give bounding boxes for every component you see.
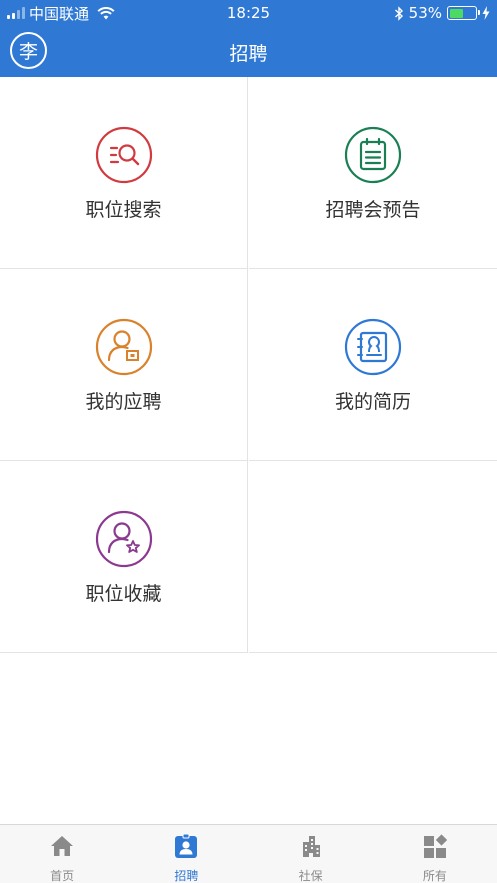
tab-recruit[interactable]: 招聘 (124, 825, 248, 883)
empty-tile (249, 461, 497, 653)
my-applications-tile[interactable]: 我的应聘 (0, 269, 248, 461)
tab-home-label: 首页 (50, 869, 75, 883)
favorite-jobs-label: 职位收藏 (85, 583, 162, 605)
status-right: 53% (394, 4, 490, 22)
job-fair-notice-label: 招聘会预告 (325, 199, 421, 221)
my-applications-label: 我的应聘 (85, 391, 162, 413)
my-resume-icon (344, 318, 402, 376)
favorite-jobs-tile[interactable]: 职位收藏 (0, 461, 248, 653)
recruit-badge-icon (175, 833, 198, 858)
job-search-tile[interactable]: 职位搜索 (0, 77, 248, 269)
tab-bar: 首页 招聘 社保 所有 (0, 824, 497, 883)
my-resume-label: 我的简历 (334, 391, 411, 413)
tab-social-security-label: 社保 (298, 869, 323, 883)
navigation-bar: 李 招聘 (0, 26, 497, 77)
charging-icon (482, 6, 490, 20)
tab-home[interactable]: 首页 (0, 825, 124, 883)
favorite-jobs-icon (95, 510, 152, 568)
tab-recruit-label: 招聘 (174, 869, 199, 883)
tab-social-security[interactable]: 社保 (249, 825, 373, 883)
buildings-icon (302, 836, 320, 857)
job-search-label: 职位搜索 (85, 199, 162, 221)
bluetooth-icon (394, 5, 403, 21)
my-applications-icon (95, 318, 152, 376)
job-fair-notice-tile[interactable]: 招聘会预告 (249, 77, 497, 269)
tab-all[interactable]: 所有 (373, 825, 497, 883)
my-resume-tile[interactable]: 我的简历 (249, 269, 497, 461)
status-bar: 中国联通 18:25 53% (0, 0, 497, 26)
home-icon (51, 836, 74, 856)
job-search-icon (95, 126, 152, 184)
battery-percent: 53% (408, 4, 442, 22)
tab-all-label: 所有 (422, 869, 447, 883)
battery-icon (447, 6, 480, 20)
page-title: 招聘 (229, 43, 268, 65)
all-apps-icon (423, 834, 448, 858)
job-fair-notice-icon (344, 126, 402, 184)
